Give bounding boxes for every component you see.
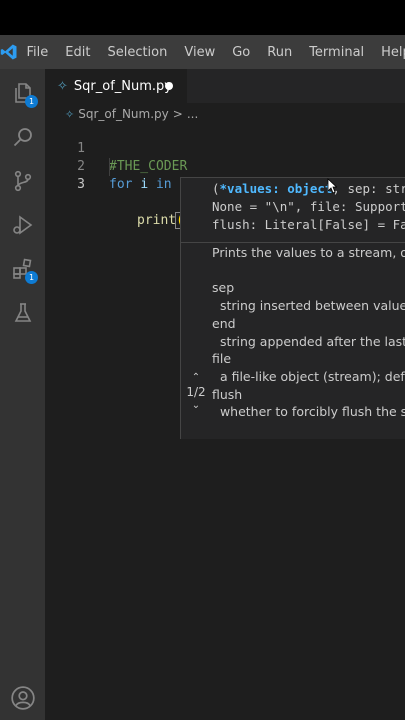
code-comment: #THE_CODER [109, 159, 188, 174]
testing-button[interactable] [0, 291, 45, 335]
menu-edit[interactable]: Edit [57, 45, 99, 60]
code-line: 1 #THE_CODER [45, 122, 187, 174]
overload-count: 1/2 [186, 385, 206, 399]
tab-label: Sqr_of_Num.py [73, 78, 172, 94]
chevron-down-icon[interactable]: ⌄ [185, 401, 207, 411]
unsaved-dot-icon[interactable] [165, 82, 173, 90]
loop-variable: i [140, 177, 149, 192]
menu-help[interactable]: Help [373, 45, 405, 60]
explorer-button[interactable]: 1 [0, 71, 45, 115]
tab-sqr-of-num[interactable]: ✧ Sqr_of_Num.py [45, 69, 187, 103]
hint-divider [181, 242, 405, 243]
function-name: print [137, 213, 177, 228]
keyword-for: for [109, 177, 133, 192]
overload-navigator: ⌃ 1/2 ⌄ [185, 373, 207, 411]
python-file-icon: ✧ [65, 107, 75, 121]
chevron-up-icon[interactable]: ⌃ [185, 373, 207, 383]
python-file-icon: ✧ [57, 78, 68, 94]
menu-run[interactable]: Run [259, 45, 301, 60]
menu-file[interactable]: File [18, 45, 57, 60]
flask-icon [14, 303, 31, 322]
source-control-button[interactable] [0, 159, 45, 203]
menu-go[interactable]: Go [224, 45, 259, 60]
breadcrumb-separator: > [172, 107, 183, 121]
run-debug-icon [12, 215, 32, 235]
menu-terminal[interactable]: Terminal [301, 45, 373, 60]
active-parameter: *values: object [219, 181, 333, 196]
menu-selection[interactable]: Selection [99, 45, 176, 60]
vscode-logo-icon [0, 35, 18, 69]
menu-bar: File Edit Selection View Go Run Terminal… [0, 35, 405, 69]
keyword-in: in [155, 177, 172, 192]
menu-view[interactable]: View [176, 45, 224, 60]
mouse-pointer-icon [327, 178, 337, 194]
search-icon [13, 128, 32, 147]
explorer-badge: 1 [25, 95, 38, 108]
source-control-icon [14, 170, 31, 192]
breadcrumb: ✧ Sqr_of_Num.py > ... [45, 103, 405, 125]
hint-signature: (*values: object, sep: str None = "\n", … [212, 180, 405, 234]
top-black-band [0, 0, 405, 35]
sig-rest: , sep: str [332, 181, 405, 196]
extensions-badge: 1 [25, 271, 38, 284]
account-button[interactable] [0, 676, 45, 720]
code-line: 2 for i in range(0,25): [45, 140, 273, 192]
sig-open: ( [212, 181, 220, 196]
activity-bar: 1 1 [0, 69, 45, 720]
breadcrumb-more[interactable]: ... [187, 107, 198, 121]
search-button[interactable] [0, 115, 45, 159]
run-debug-button[interactable] [0, 203, 45, 247]
indent-guide [109, 158, 110, 176]
breadcrumb-file[interactable]: Sqr_of_Num.py [78, 107, 169, 121]
tab-strip: ✧ Sqr_of_Num.py [45, 69, 405, 103]
sig-line2: None = "\n", file: Supports [212, 199, 405, 214]
hint-documentation: Prints the values to a stream, or to sep… [212, 245, 405, 420]
line-number: 3 [77, 177, 85, 192]
sig-line3: flush: Literal[False] = Fal [212, 217, 405, 232]
code-line: 3 print() [45, 158, 193, 229]
parameter-hint-popup[interactable]: (*values: object, sep: str None = "\n", … [180, 177, 405, 439]
extensions-button[interactable]: 1 [0, 247, 45, 291]
account-icon [10, 686, 35, 710]
